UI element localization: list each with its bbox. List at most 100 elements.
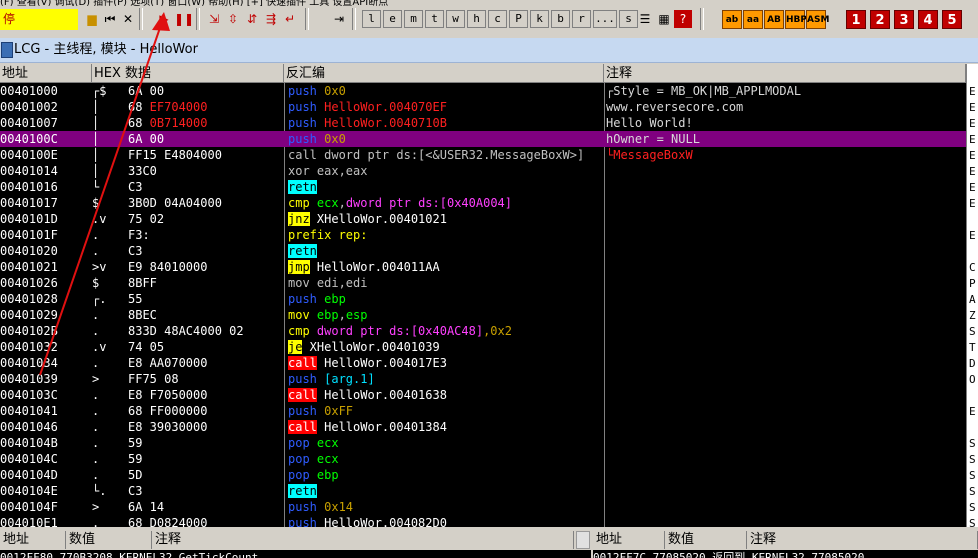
disasm-row[interactable]: 0040104D. 5D pop ebp xyxy=(0,467,966,483)
close-icon[interactable]: ✕ xyxy=(119,10,137,28)
row-comment xyxy=(606,435,964,451)
stack-value-header[interactable]: 数值 xyxy=(665,531,747,549)
address-column-header[interactable]: 地址 xyxy=(0,64,92,83)
window-button-w[interactable]: w xyxy=(446,10,465,28)
row-comment xyxy=(606,467,964,483)
quick-button-1[interactable]: 1 xyxy=(846,10,866,29)
pause-icon[interactable]: ❚❚ xyxy=(174,10,194,28)
quick-button-3[interactable]: 3 xyxy=(894,10,914,29)
disasm-row[interactable]: 00401028 ┌. 55 push ebp xyxy=(0,291,966,307)
disasm-row[interactable]: 00401046. E8 39030000 call HelloWor.004013… xyxy=(0,419,966,435)
dump-value-header[interactable]: 数值 xyxy=(66,531,152,549)
dump-scrollbar[interactable] xyxy=(576,531,590,549)
quick-button-2[interactable]: 2 xyxy=(870,10,890,29)
register-label: C xyxy=(969,261,976,274)
dump-row[interactable]: 0012FF80 770B3208 KERNEL32.GetTickCount xyxy=(0,550,591,558)
dump-address-header[interactable]: 地址 xyxy=(0,531,66,549)
plugin-button-ab[interactable]: AB xyxy=(764,10,784,29)
disasm-row[interactable]: 00401017 $3B0D 04A04000 cmp ecx,dword ptr … xyxy=(0,195,966,211)
window-button-h[interactable]: h xyxy=(467,10,486,28)
disasm-row[interactable]: 0040102B. 833D 48AC4000 02 cmp dword ptr d… xyxy=(0,323,966,339)
registers-pane[interactable]: EEEEEEEEECPAZSTDOESSSSSSSS xyxy=(966,64,978,527)
window-button-m[interactable]: m xyxy=(404,10,423,28)
disasm-row[interactable]: 0040104F >6A 14 push 0x14 xyxy=(0,499,966,515)
row-hex: 59 xyxy=(128,452,143,466)
quick-button-4[interactable]: 4 xyxy=(918,10,938,29)
disasm-row[interactable]: 00401041. 68 FF000000 push 0xFF xyxy=(0,403,966,419)
disasm-row[interactable]: 0040101F. F3: prefix rep: xyxy=(0,227,966,243)
disasm-row[interactable]: 00401016 └ C3 retn xyxy=(0,179,966,195)
disassembly-pane[interactable]: 00401000 ┌$ 6A 00 push 0x0 ┌Style = MB_OK|MB… xyxy=(0,83,966,527)
row-hex: E8 39030000 xyxy=(128,420,208,434)
window-button-b[interactable]: b xyxy=(551,10,570,28)
disasm-row[interactable]: 00401014 │ 33C0 xor eax,eax xyxy=(0,163,966,179)
window-button-e[interactable]: e xyxy=(383,10,402,28)
stack-row[interactable]: 0012FF7C 77085020 返回到 KERNEL32.77085020 xyxy=(593,550,978,558)
disasm-row[interactable]: 004010E1. 68 D0824000 push HelloWor.004082… xyxy=(0,515,966,527)
goto-icon[interactable]: ⇥ xyxy=(330,10,348,28)
plugin-button-asm[interactable]: ASM xyxy=(806,10,829,29)
register-label: E xyxy=(969,85,976,98)
disasm-row[interactable]: 00401039 > FF75 08 push [arg.1] xyxy=(0,371,966,387)
disasm-row[interactable]: 0040103C. E8 F7050000 call HelloWor.004016… xyxy=(0,387,966,403)
menu-bar[interactable]: (F) 查看(V) 调试(D) 插件(P) 选项(T) 窗口(W) 帮助(H) … xyxy=(0,0,978,6)
disasm-row[interactable]: 00401000 ┌$ 6A 00 push 0x0 ┌Style = MB_OK|MB… xyxy=(0,83,966,99)
plugin-button-hbp[interactable]: HBP xyxy=(785,10,807,29)
row-address: 00401028 xyxy=(0,292,58,306)
register-label: E xyxy=(969,149,976,162)
row-address: 00401007 xyxy=(0,116,58,130)
step-over-icon[interactable]: ⇳ xyxy=(224,10,242,28)
row-flow-marker: │ xyxy=(92,148,100,162)
disasm-row[interactable]: 0040104B. 59 pop ecx xyxy=(0,435,966,451)
disasm-row[interactable]: 00401007 │ 68 0B714000 push HelloWor.004071… xyxy=(0,115,966,131)
stack-comment-header[interactable]: 注释 xyxy=(747,531,978,549)
window-button-c[interactable]: c xyxy=(488,10,507,28)
trace-into-icon[interactable]: ⇵ xyxy=(243,10,261,28)
window-button-k[interactable]: k xyxy=(530,10,549,28)
row-comment xyxy=(606,387,964,403)
disasm-row[interactable]: 00401020. C3 retn xyxy=(0,243,966,259)
grid-icon[interactable]: ▦ xyxy=(655,10,673,28)
step-into-icon[interactable]: ⇲ xyxy=(205,10,223,28)
execute-till-return-icon[interactable]: ↵ xyxy=(281,10,299,28)
window-button-more[interactable]: ... xyxy=(593,10,617,28)
disasm-row[interactable]: 0040100C │ 6A 00 push 0x0 hOwner = NULL xyxy=(0,131,966,147)
disasm-row[interactable]: 00401002 │ 68 EF704000 push HelloWor.004070… xyxy=(0,99,966,115)
disasm-row[interactable]: 0040104C. 59 pop ecx xyxy=(0,451,966,467)
comment-column-header[interactable]: 注释 xyxy=(604,64,966,83)
run-icon[interactable]: ▶ xyxy=(155,10,173,28)
disasm-row[interactable]: 00401034. E8 AA070000 call HelloWor.004017… xyxy=(0,355,966,371)
trace-over-icon[interactable]: ⇶ xyxy=(262,10,280,28)
plugin-button-ab[interactable]: ab xyxy=(722,10,742,29)
stack-pane[interactable]: 地址 数值 注释 0012FF7C 77085020 返回到 KERNEL32.… xyxy=(593,529,978,558)
restart-icon[interactable]: ⏮ xyxy=(101,10,119,28)
row-comment xyxy=(606,291,964,307)
dump-comment-header[interactable]: 注释 xyxy=(152,531,574,549)
help-icon[interactable]: ? xyxy=(674,10,692,28)
dump-pane[interactable]: 地址 数值 注释 0012FF80 770B3208 KERNEL32.GetT… xyxy=(0,529,591,558)
disasm-row[interactable]: 00401026 $8BFF mov edi,edi xyxy=(0,275,966,291)
window-button-t[interactable]: t xyxy=(425,10,444,28)
disassembly-column-header[interactable]: 反汇编 xyxy=(284,64,604,83)
disasm-row[interactable]: 00401032 .v 74 05 je XHelloWor.00401039 xyxy=(0,339,966,355)
disasm-row[interactable]: 00401021 >v E9 84010000 jmp HelloWor.004011… xyxy=(0,259,966,275)
quick-button-5[interactable]: 5 xyxy=(942,10,962,29)
disasm-row[interactable]: 0040101D .v 75 02 jnz XHelloWor.00401021 xyxy=(0,211,966,227)
row-disassembly: call HelloWor.00401384 xyxy=(288,420,447,434)
row-comment xyxy=(606,211,964,227)
window-button-P[interactable]: P xyxy=(509,10,528,28)
open-icon[interactable]: ▆ xyxy=(83,10,101,28)
row-disassembly: jnz XHelloWor.00401021 xyxy=(288,212,447,226)
disasm-row[interactable]: 0040100E │ FF15 E4804000 call dword ptr ds:… xyxy=(0,147,966,163)
hex-column-header[interactable]: HEX 数据 xyxy=(92,64,284,83)
window-button-l[interactable]: l xyxy=(362,10,381,28)
window-button-r[interactable]: r xyxy=(572,10,591,28)
row-comment xyxy=(606,275,964,291)
disasm-row[interactable]: 0040104E └. C3 retn xyxy=(0,483,966,499)
plugin-button-aa[interactable]: aa xyxy=(743,10,763,29)
list-icon[interactable]: ☰ xyxy=(636,10,654,28)
row-disassembly: cmp dword ptr ds:[0x40AC48],0x2 xyxy=(288,324,512,338)
register-label xyxy=(969,388,978,404)
disasm-row[interactable]: 00401029. 8BEC mov ebp,esp xyxy=(0,307,966,323)
stack-address-header[interactable]: 地址 xyxy=(593,531,665,549)
